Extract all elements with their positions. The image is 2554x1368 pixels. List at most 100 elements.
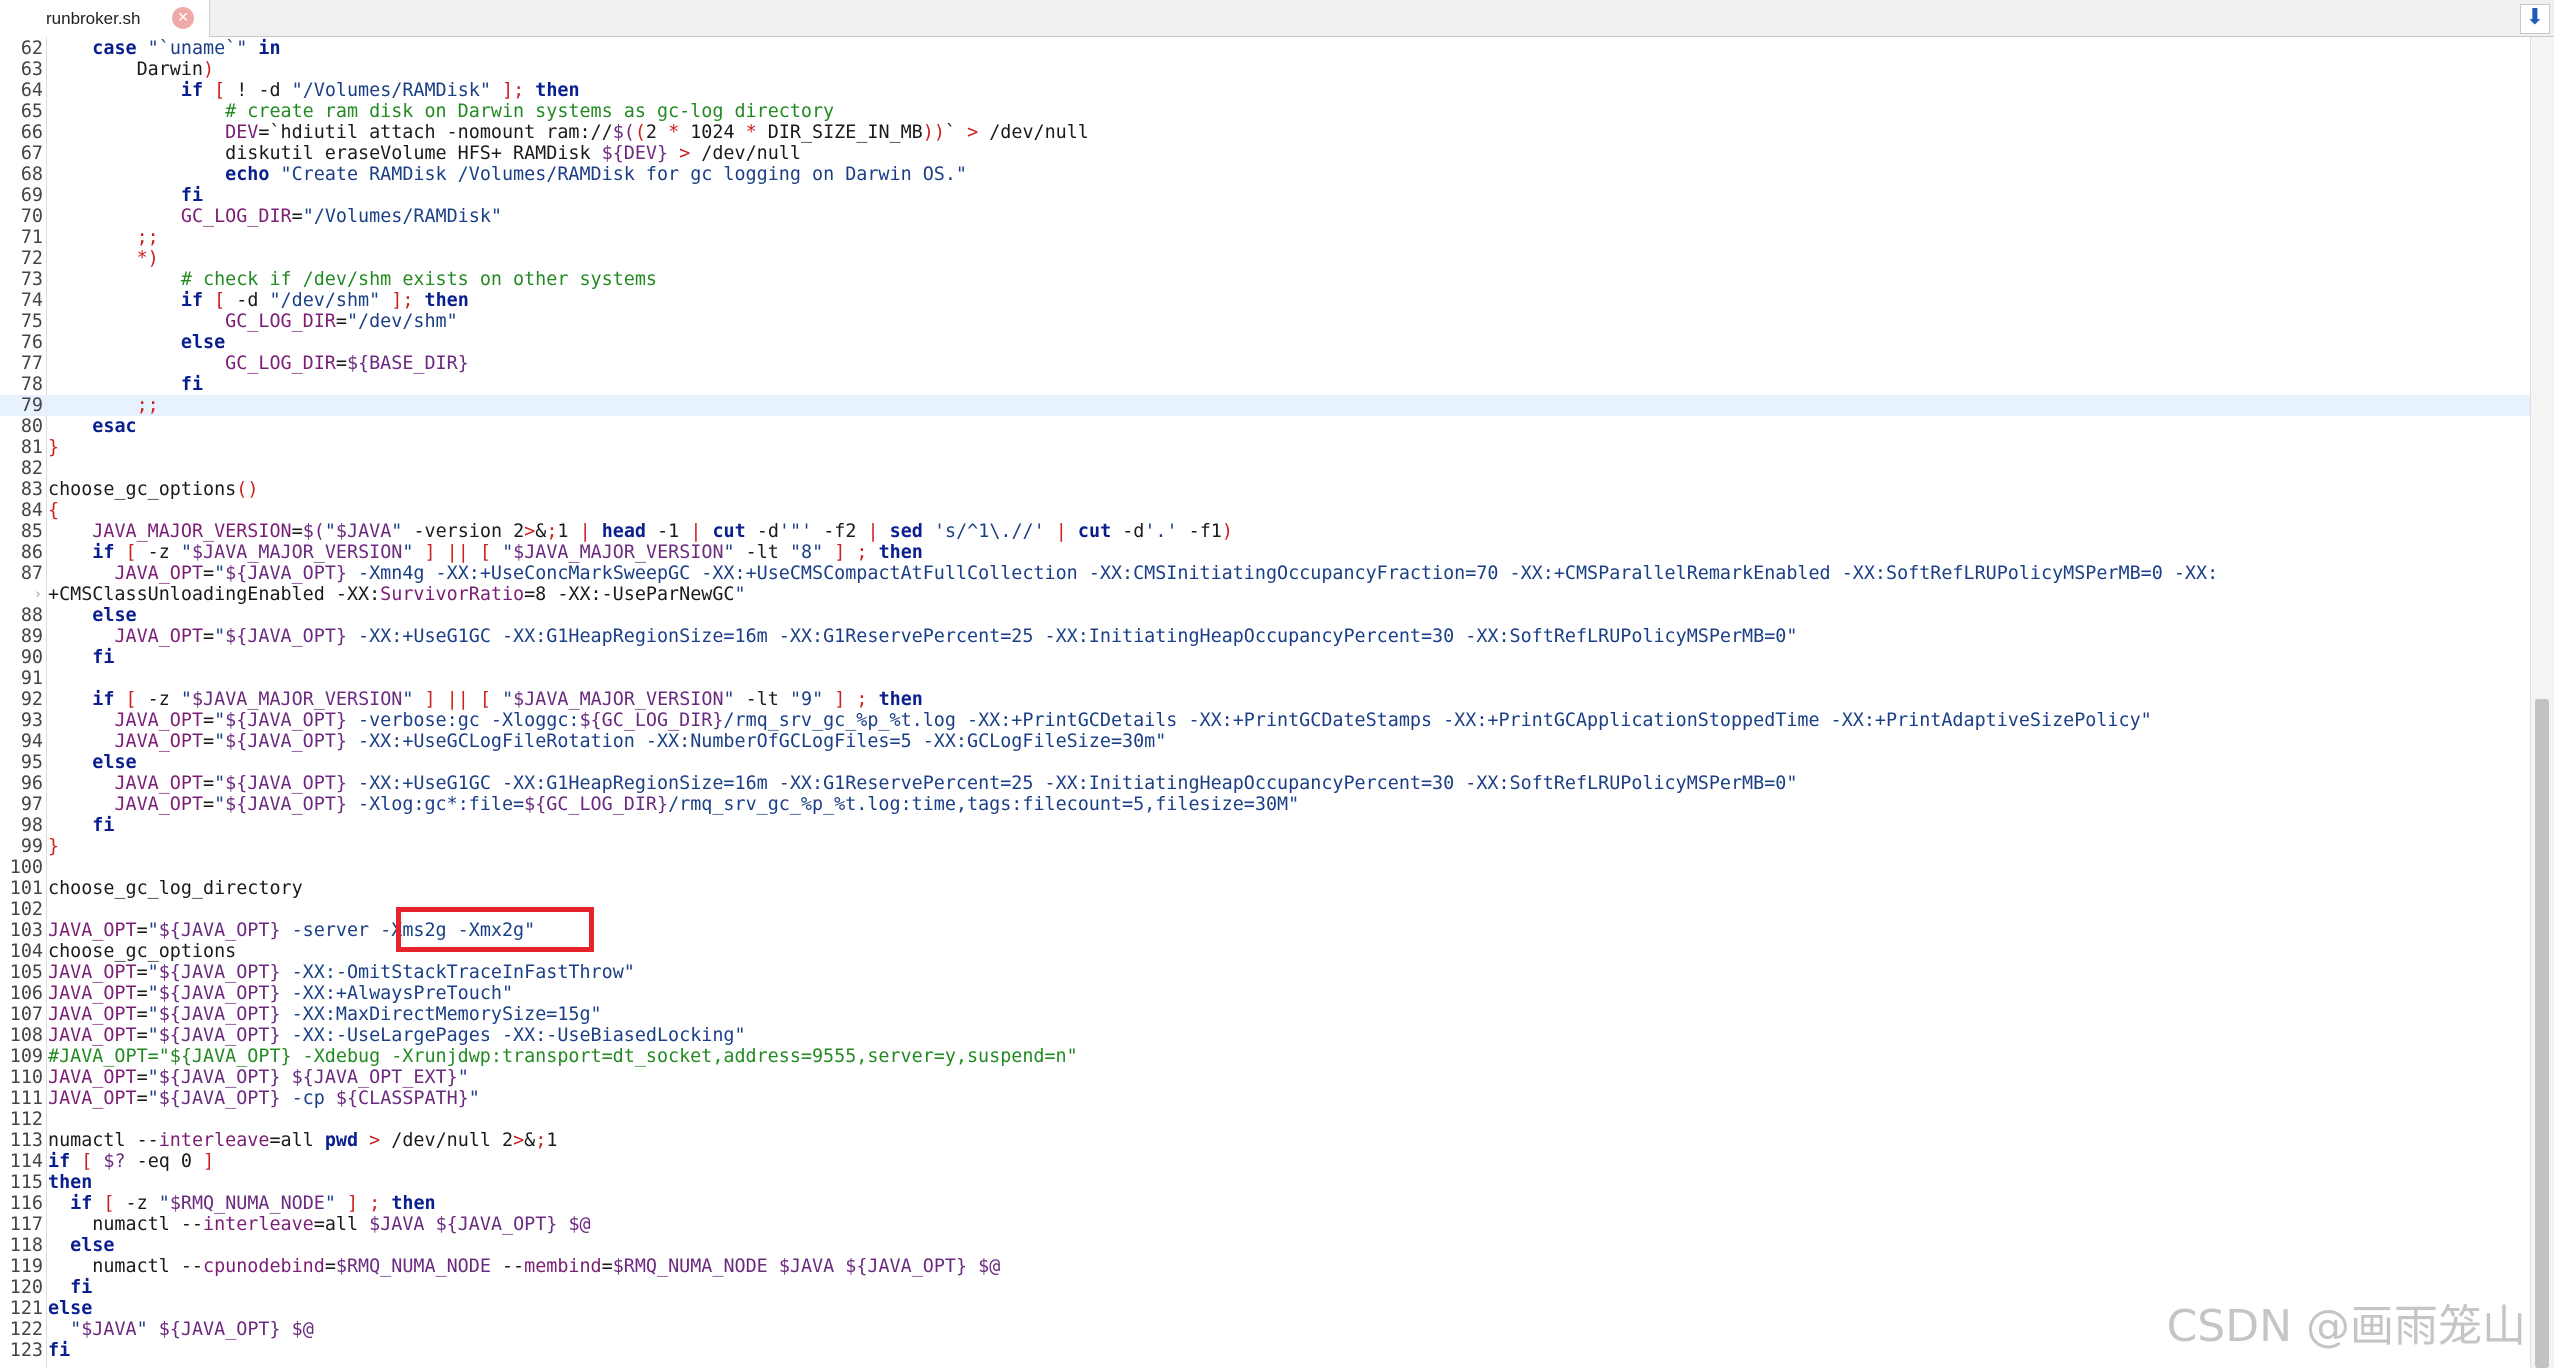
code-line[interactable]: 73 # check if /dev/shm exists on other s… (0, 269, 2530, 290)
code-line[interactable]: 77 GC_LOG_DIR=${BASE_DIR} (0, 353, 2530, 374)
line-number: 108 (9, 1025, 43, 1046)
code-line[interactable]: › +CMSClassUnloadingEnabled -XX:SurvivorR… (0, 584, 2530, 605)
code-line[interactable]: 85 JAVA_MAJOR_VERSION=$("$JAVA" -version… (0, 521, 2530, 542)
code-line[interactable]: 104 choose_gc_options (0, 941, 2530, 962)
code-line[interactable]: 67 diskutil eraseVolume HFS+ RAMDisk ${D… (0, 143, 2530, 164)
code-line[interactable]: 88 else (0, 605, 2530, 626)
tab-label: runbroker.sh (46, 9, 141, 28)
code-line[interactable]: 118 else (0, 1235, 2530, 1256)
code-line[interactable]: 94 JAVA_OPT="${JAVA_OPT} -XX:+UseGCLogFi… (0, 731, 2530, 752)
code-line[interactable]: 72 *) (0, 248, 2530, 269)
line-number: 97 (20, 794, 43, 815)
code-line[interactable]: 93 JAVA_OPT="${JAVA_OPT} -verbose:gc -Xl… (0, 710, 2530, 731)
code-line[interactable]: 82 (0, 458, 2530, 479)
code-line[interactable]: 65 # create ram disk on Darwin systems a… (0, 101, 2530, 122)
code-line[interactable]: 106 JAVA_OPT="${JAVA_OPT} -XX:+AlwaysPreT… (0, 983, 2530, 1004)
code-line[interactable]: 121 else (0, 1298, 2530, 1319)
code-text: fi (92, 815, 115, 836)
code-line[interactable]: 96 JAVA_OPT="${JAVA_OPT} -XX:+UseG1GC -X… (0, 773, 2530, 794)
vertical-scrollbar[interactable] (2530, 37, 2554, 1368)
code-line[interactable]: 75 GC_LOG_DIR="/dev/shm" (0, 311, 2530, 332)
line-number: 112 (9, 1109, 43, 1130)
line-number: 102 (9, 899, 43, 920)
code-line[interactable]: 86 if [ -z "$JAVA_MAJOR_VERSION" ] || [ … (0, 542, 2530, 563)
code-line[interactable]: 123 fi (0, 1340, 2530, 1361)
code-line[interactable]: 120 fi (0, 1277, 2530, 1298)
code-line[interactable]: 109 #JAVA_OPT="${JAVA_OPT} -Xdebug -Xrunj… (0, 1046, 2530, 1067)
code-line[interactable]: 62 case "`uname`" in (0, 38, 2530, 59)
code-line[interactable]: 97 JAVA_OPT="${JAVA_OPT} -Xlog:gc*:file=… (0, 794, 2530, 815)
code-line[interactable]: 98 fi (0, 815, 2530, 836)
code-line[interactable]: 74 if [ -d "/dev/shm" ]; then (0, 290, 2530, 311)
code-text: JAVA_OPT="${JAVA_OPT} -XX:+UseG1GC -XX:G… (114, 626, 1798, 647)
code-line[interactable]: 76 else (0, 332, 2530, 353)
code-text: diskutil eraseVolume HFS+ RAMDisk ${DEV}… (48, 143, 801, 164)
code-text: Darwin) (48, 59, 215, 80)
code-line[interactable]: 115 then (0, 1172, 2530, 1193)
line-number: 86 (20, 542, 43, 563)
code-text: if [ -d "/dev/shm" ]; then (180, 290, 469, 311)
line-number: 69 (20, 185, 43, 206)
tab-bar: runbroker.sh ✕ ⬇ (0, 0, 2554, 37)
code-line[interactable]: 66 DEV=`hdiutil attach -nomount ram://$(… (0, 122, 2530, 143)
code-line[interactable]: 114 if [ $? -eq 0 ] (0, 1151, 2530, 1172)
code-text: #JAVA_OPT="${JAVA_OPT} -Xdebug -Xrunjdwp… (48, 1046, 1078, 1067)
line-number: 72 (20, 248, 43, 269)
code-line[interactable]: 122 "$JAVA" ${JAVA_OPT} $@ (0, 1319, 2530, 1340)
code-line[interactable]: 101 choose_gc_log_directory (0, 878, 2530, 899)
code-line[interactable]: 87 JAVA_OPT="${JAVA_OPT} -Xmn4g -XX:+Use… (0, 563, 2530, 584)
code-line[interactable]: 81} (0, 437, 2530, 458)
code-text: case "`uname`" in (92, 38, 281, 59)
line-number: 115 (9, 1172, 43, 1193)
code-line[interactable]: 100 (0, 857, 2530, 878)
code-line[interactable]: 107 JAVA_OPT="${JAVA_OPT} -XX:MaxDirectMe… (0, 1004, 2530, 1025)
code-line[interactable]: 70 GC_LOG_DIR="/Volumes/RAMDisk" (0, 206, 2530, 227)
code-line[interactable]: 95 else (0, 752, 2530, 773)
code-text: { (48, 500, 60, 521)
line-number: 76 (20, 332, 43, 353)
code-line[interactable]: 68 echo "Create RAMDisk /Volumes/RAMDisk… (0, 164, 2530, 185)
code-editor[interactable]: 62 case "`uname`" in 63 Darwin) 64 if [ ! … (0, 37, 2530, 1368)
code-line[interactable]: 116 if [ -z "$RMQ_NUMA_NODE" ] ; then (0, 1193, 2530, 1214)
line-number: 64 (20, 80, 43, 101)
watermark: CSDN @画雨笼山 (2166, 1301, 2526, 1352)
code-line[interactable]: 90 fi (0, 647, 2530, 668)
code-line[interactable]: 103 JAVA_OPT="${JAVA_OPT} -server -Xms2g … (0, 920, 2530, 941)
line-number: 121 (9, 1298, 43, 1319)
scrollbar-thumb[interactable] (2535, 699, 2549, 1368)
code-line[interactable]: 113 numactl --interleave=all pwd > /dev/n… (0, 1130, 2530, 1151)
code-line[interactable]: 108 JAVA_OPT="${JAVA_OPT} -XX:-UseLargePa… (0, 1025, 2530, 1046)
code-line[interactable]: 69 fi (0, 185, 2530, 206)
code-line[interactable]: 99} (0, 836, 2530, 857)
tab-runbroker[interactable]: runbroker.sh ✕ (0, 0, 210, 37)
code-text: choose_gc_options (48, 941, 237, 962)
code-line[interactable]: 111 JAVA_OPT="${JAVA_OPT} -cp ${CLASSPATH… (0, 1088, 2530, 1109)
code-text: JAVA_OPT="${JAVA_OPT} -verbose:gc -Xlogg… (114, 710, 2152, 731)
line-number: 89 (20, 626, 43, 647)
code-line[interactable]: 80 esac (0, 416, 2530, 437)
code-line[interactable]: 78 fi (0, 374, 2530, 395)
code-line[interactable]: 63 Darwin) (0, 59, 2530, 80)
line-number: 74 (20, 290, 43, 311)
code-line[interactable]: 112 (0, 1109, 2530, 1130)
code-line[interactable]: 102 (0, 899, 2530, 920)
code-line[interactable]: 71 ;; (0, 227, 2530, 248)
code-line[interactable]: 92 if [ -z "$JAVA_MAJOR_VERSION" ] || [ … (0, 689, 2530, 710)
code-line[interactable]: 89 JAVA_OPT="${JAVA_OPT} -XX:+UseG1GC -X… (0, 626, 2530, 647)
code-text: *) (136, 248, 159, 269)
code-line[interactable]: 119 numactl --cpunodebind=$RMQ_NUMA_NODE… (0, 1256, 2530, 1277)
code-line[interactable]: 117 numactl --interleave=all $JAVA ${JAV… (0, 1214, 2530, 1235)
code-line[interactable]: 105 JAVA_OPT="${JAVA_OPT} -XX:-OmitStackT… (0, 962, 2530, 983)
code-line[interactable]: 64 if [ ! -d "/Volumes/RAMDisk" ]; then (0, 80, 2530, 101)
code-line[interactable]: 91 (0, 668, 2530, 689)
code-line[interactable]: 79 ;; (0, 395, 2530, 416)
code-text: fi (180, 185, 204, 206)
line-number: 91 (20, 668, 43, 689)
close-icon[interactable]: ✕ (172, 7, 194, 29)
code-text: JAVA_OPT="${JAVA_OPT} -Xlog:gc*:file=${G… (114, 794, 1300, 815)
scroll-down-icon[interactable]: ⬇ (2520, 4, 2550, 34)
code-line[interactable]: 83 choose_gc_options() (0, 479, 2530, 500)
code-line[interactable]: 110 JAVA_OPT="${JAVA_OPT} ${JAVA_OPT_EXT}… (0, 1067, 2530, 1088)
code-line[interactable]: 84{ (0, 500, 2530, 521)
code-text: esac (92, 416, 137, 437)
